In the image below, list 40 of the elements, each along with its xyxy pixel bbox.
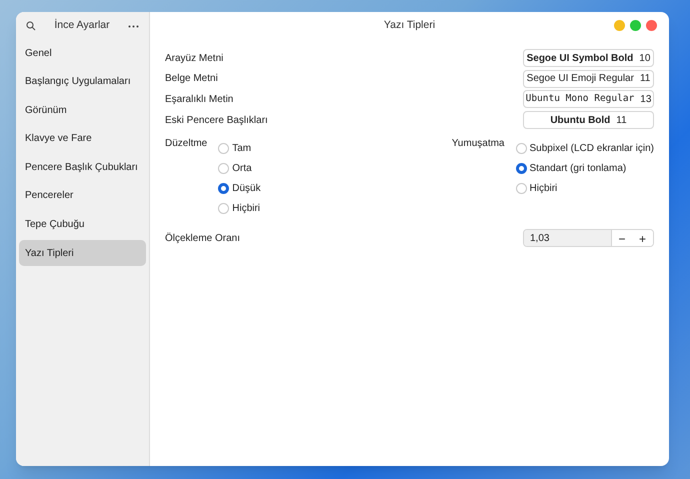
- font-chooser-button[interactable]: Ubuntu Mono Regular 13: [523, 90, 654, 108]
- search-icon[interactable]: [26, 21, 36, 31]
- radio-label: Standart (gri tonlama): [530, 162, 626, 176]
- scaling-label: Ölçekleme Oranı: [165, 232, 240, 246]
- sidebar-item[interactable]: Tepe Çubuğu: [19, 212, 146, 238]
- radio-label: Orta: [232, 162, 252, 176]
- window-title: Yazı Tipleri: [384, 18, 436, 34]
- radio-button[interactable]: [516, 142, 526, 154]
- radio-label: Hiçbiri: [530, 182, 558, 196]
- sidebar-item[interactable]: Genel: [19, 40, 146, 66]
- antialiasing-label: Yumuşatma: [452, 137, 504, 152]
- sidebar-item[interactable]: Görünüm: [19, 97, 146, 124]
- radio-button[interactable]: [218, 182, 230, 194]
- sidebar-item[interactable]: Başlangıç Uygulamaları: [19, 68, 146, 95]
- sidebar-item[interactable]: Yazı Tipleri: [19, 240, 146, 266]
- radio-label: Düşük: [232, 182, 261, 196]
- radio-button[interactable]: [516, 162, 526, 174]
- sidebar-item[interactable]: Pencereler: [19, 182, 146, 209]
- hinting-label: Düzeltme: [165, 137, 208, 152]
- radio-label: Tam: [232, 142, 252, 156]
- more-icon[interactable]: [128, 24, 139, 28]
- font-chooser-button[interactable]: Segoe UI Emoji Regular 11: [523, 70, 654, 88]
- radio-label: Subpixel (LCD ekranlar için): [530, 142, 654, 156]
- font-label: Arayüz Metni: [165, 52, 224, 66]
- close-button[interactable]: [646, 20, 657, 31]
- font-label: Eski Pencere Başlıkları: [165, 114, 268, 128]
- sidebar-item[interactable]: Pencere Başlık Çubukları: [19, 154, 146, 180]
- radio-button[interactable]: [218, 202, 230, 214]
- font-label: Eşaralıklı Metin: [165, 92, 234, 107]
- font-chooser-button[interactable]: Segoe UI Symbol Bold 10: [523, 49, 654, 68]
- radio-button[interactable]: [516, 182, 526, 194]
- radio-button[interactable]: [218, 162, 230, 174]
- maximize-button[interactable]: [630, 20, 641, 31]
- radio-label: Hiçbiri: [232, 202, 260, 216]
- font-label: Belge Metni: [165, 72, 218, 86]
- minimize-button[interactable]: [614, 20, 625, 31]
- sidebar-title: İnce Ayarlar: [54, 18, 110, 34]
- sidebar-item[interactable]: Klavye ve Fare: [19, 126, 146, 152]
- radio-button[interactable]: [218, 142, 230, 154]
- font-chooser-button[interactable]: Ubuntu Bold 11: [523, 111, 654, 130]
